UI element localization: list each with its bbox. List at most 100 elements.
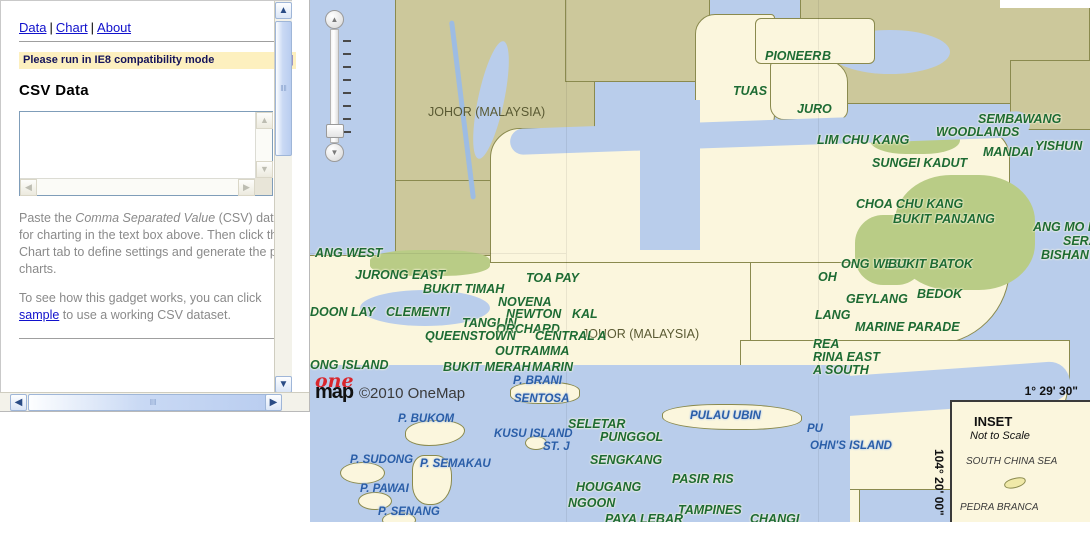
map-town-label: SEMBAWANG (978, 112, 1062, 126)
map-town-label: SUNGEI KADUT (872, 156, 968, 170)
map-town-label: PAYA LEBAR (605, 512, 684, 522)
map-town-label: TOA PAY (526, 271, 580, 285)
inset-pedra-branca-shape (1003, 475, 1027, 491)
landmass-johor-central (565, 0, 710, 82)
inset-title: INSET (974, 414, 1013, 429)
panel-vertical-scrollbar[interactable]: ▲ ‖‖ ▼ (274, 1, 292, 394)
tab-about[interactable]: About (97, 20, 131, 35)
gadget-content: Data | Chart | About Please run in IE8 compa… (0, 0, 296, 394)
panel-scroll-down-icon[interactable]: ▼ (275, 376, 292, 393)
tuas-channel (640, 100, 700, 250)
csv-textarea-wrapper[interactable]: ▲ ▼ ◀ ▶ (19, 111, 273, 196)
zoom-tick (343, 79, 351, 81)
map-country-label: JOHOR (MALAYSIA) (428, 105, 546, 119)
panel-vscroll-thumb[interactable]: ‖‖ (275, 21, 292, 156)
map-zoom-control[interactable]: ▲ ▼ (322, 10, 351, 162)
map-island-label: PU (807, 423, 823, 435)
map-town-label: NGOON (568, 496, 616, 510)
gadget-tab-bar: Data | Chart | About (19, 1, 278, 35)
zoom-out-icon: ▼ (330, 147, 339, 157)
inset-latitude-label: 104° 20' 00" (932, 449, 946, 516)
map-town-label: PUNGGOL (600, 430, 664, 444)
map-island-label: P. PAWAI (360, 483, 409, 495)
map-town-label: A SOUTH (813, 363, 869, 377)
tab-separator: | (49, 20, 53, 35)
csv-input[interactable] (20, 112, 255, 178)
tab-chart[interactable]: Chart (56, 20, 88, 35)
zoom-tick (343, 105, 351, 107)
map-town-label: ANG WEST (315, 246, 383, 260)
map-island-label: PULAU UBIN (690, 410, 761, 422)
map-town-label: QUEENSTOWN (425, 329, 516, 343)
inset-sea-label: SOUTH CHINA SEA (966, 456, 1058, 467)
map-inset-panel: INSET Not to Scale SOUTH CHINA SEA PEDRA… (950, 400, 1090, 522)
inset-feature-label: PEDRA BRANCA (960, 502, 1039, 513)
map-town-label: TUAS (733, 84, 768, 98)
zoom-tick (343, 131, 351, 133)
inset-longitude-label: 1° 29' 30" (1024, 384, 1078, 398)
scroll-grip-icon: ‖‖ (280, 83, 287, 93)
panel-scroll-up-icon[interactable]: ▲ (275, 2, 292, 19)
map-town-label: WOODLANDS (936, 125, 1020, 139)
scroll-up-icon[interactable]: ▲ (256, 112, 273, 129)
map-island-label: OHN'S ISLAND (810, 440, 892, 452)
zoom-in-button[interactable]: ▲ (325, 10, 344, 29)
zoom-out-button[interactable]: ▼ (325, 143, 344, 162)
map-town-label: OH (818, 270, 837, 284)
sample-link[interactable]: sample (19, 308, 59, 322)
csv-vertical-scrollbar[interactable]: ▲ ▼ (255, 112, 273, 178)
tab-divider (19, 41, 277, 42)
map-town-label: RINA EAST (813, 350, 880, 364)
zoom-tick (343, 40, 351, 42)
map-town-label: MARINE PARADE (855, 320, 960, 334)
map-town-label: JURONG EAST (355, 268, 446, 282)
map-town-label: OUTRAM (495, 344, 550, 358)
scroll-grip-icon: ‖‖ (149, 397, 157, 407)
tab-separator: | (90, 20, 95, 35)
map-town-label: BUKIT PANJANG (893, 212, 995, 226)
map-town-label: KAL (572, 307, 598, 321)
help-paragraph-1a: Paste the (19, 211, 76, 225)
map-town-label: CHOA CHU KANG (856, 197, 964, 211)
zoom-tick (343, 53, 351, 55)
zoom-tick (343, 118, 351, 120)
panel-horizontal-scrollbar[interactable]: ◀ ‖‖ ▶ (0, 392, 309, 411)
help-paragraph-2a: To see how this gadget works, you can cl… (19, 291, 262, 305)
help-spacer (19, 278, 287, 290)
help-emphasis-csv: Comma Separated Value (75, 211, 216, 225)
panel-scroll-left-icon[interactable]: ◀ (10, 394, 27, 411)
map-town-label: SELETAR (568, 417, 626, 431)
panel-scroll-right-icon[interactable]: ▶ (265, 394, 282, 411)
map-island-label: P. BUKOM (398, 413, 455, 425)
scroll-down-icon[interactable]: ▼ (256, 161, 273, 178)
map-town-label: SENGKANG (590, 453, 663, 467)
map-island-label: P. SENANG (378, 506, 440, 518)
panel-hscroll-thumb[interactable]: ‖‖ (28, 394, 278, 411)
zoom-tick (343, 92, 351, 94)
map-town-label: JURO (797, 102, 832, 116)
page-root: JOHOR (MALAYSIA) JOHOR (MALAYSIA) PIONEER… (0, 0, 1090, 540)
tab-data[interactable]: Data (19, 20, 46, 35)
map-town-label: CHANGI (750, 512, 800, 522)
scrollbar-corner (255, 178, 272, 195)
onemap-logo-map: map (315, 381, 354, 403)
map-town-label: SERA (1063, 234, 1090, 248)
map-town-label: GEYLANG (846, 292, 908, 306)
map-island-label: P. SEMAKAU (420, 458, 491, 470)
csv-horizontal-scrollbar[interactable]: ◀ ▶ (20, 178, 255, 196)
compatibility-warning-text: Please run in IE8 compatibility mode (23, 54, 215, 66)
map-island-label: ST. J (543, 441, 570, 453)
map-town-label: LANG (815, 308, 851, 322)
help-divider (19, 338, 287, 339)
map-town-label: YISHUN (1035, 139, 1083, 153)
map-town-label: PIONEER (765, 49, 822, 63)
scroll-left-icon[interactable]: ◀ (20, 179, 37, 196)
map-island-label: KUSU ISLAND (494, 428, 573, 440)
map-town-label: HOUGANG (576, 480, 642, 494)
map-town-label: BEDOK (917, 287, 963, 301)
map-viewport[interactable]: JOHOR (MALAYSIA) JOHOR (MALAYSIA) PIONEER… (310, 0, 1090, 522)
scroll-right-icon[interactable]: ▶ (238, 179, 255, 196)
map-town-label: BISHAN (1041, 248, 1089, 262)
zoom-slider-thumb[interactable] (326, 124, 344, 138)
map-town-label: BUKIT BATOK (888, 257, 973, 271)
